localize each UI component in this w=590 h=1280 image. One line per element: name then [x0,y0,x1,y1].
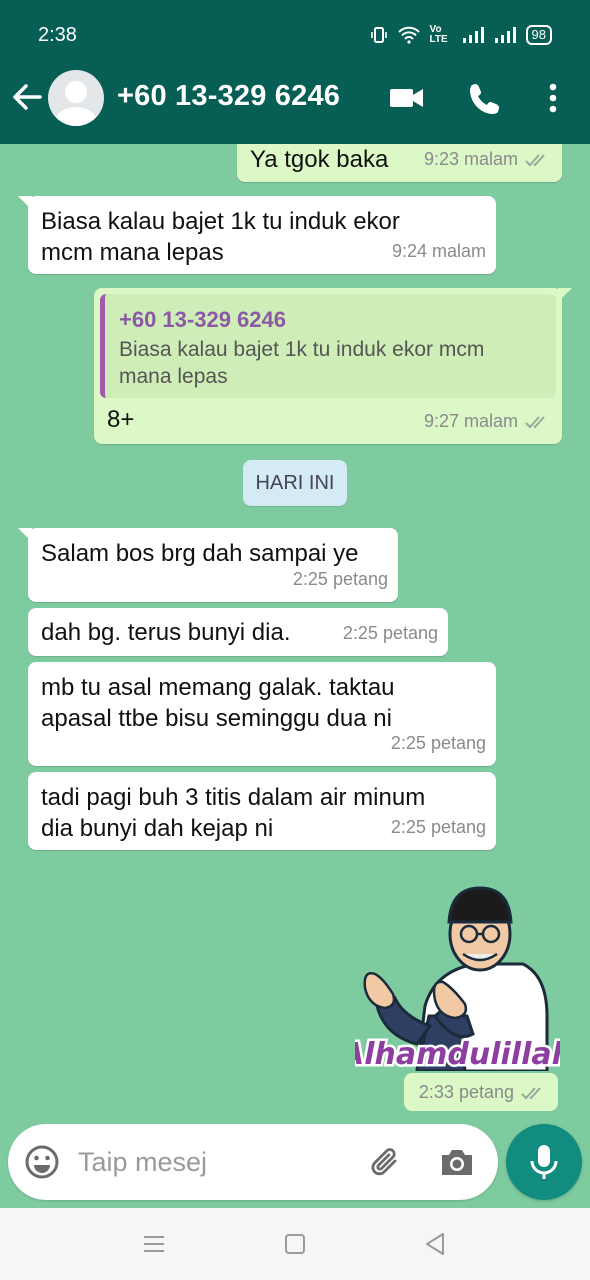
message-meta: 9:27 malam [424,406,552,437]
status-time: 2:38 [38,24,77,46]
sticker-caption: Alhamdulillah [355,1037,560,1071]
message-incoming[interactable]: Biasa kalau bajet 1k tu induk ekor mcm m… [18,196,496,274]
message-input[interactable] [78,1140,348,1184]
sticker-timestamp: 2:33 petang [404,1073,558,1111]
wifi-icon [397,26,420,44]
quoted-sender: +60 13-329 6246 [119,307,286,332]
chat-header: +60 13-329 6246 [0,52,590,144]
camera-icon[interactable] [438,1144,476,1180]
recent-apps-icon[interactable] [140,1230,168,1258]
message-line: mb tu asal memang galak. taktau [41,674,395,701]
system-icons: Vo LTE 98 [370,25,552,45]
message-time: 9:27 malam [423,411,518,431]
message-time: 9:23 malam [423,149,518,169]
message-time: 9:24 malam [391,241,486,261]
message-time: 2:25 petang [342,623,438,643]
more-vert-icon[interactable] [536,80,570,116]
signal-icon [462,27,484,43]
message-line: tadi pagi buh 3 titis dalam air minum [41,784,426,811]
video-camera-icon[interactable] [388,80,426,116]
message-time: 2:25 petang [390,733,486,753]
double-check-icon [525,153,545,166]
double-check-icon [525,415,545,428]
paperclip-icon[interactable] [368,1144,404,1180]
message-text: Ya tgok baka [250,146,389,173]
vibrate-icon [370,27,387,43]
quoted-text-line: mana lepas [119,365,228,388]
message-meta: 2:33 petang [419,1082,548,1103]
status-bar: 2:38 Vo LTE 98 [0,0,590,52]
message-time: 2:25 petang [390,817,486,837]
message-meta: 9:23 malam [424,144,552,175]
message-meta: 2:25 petang [343,618,438,649]
arrow-left-icon[interactable] [10,80,44,114]
volte-label: Vo LTE [429,24,448,45]
message-time: 2:33 petang [418,1082,514,1102]
message-incoming[interactable]: tadi pagi buh 3 titis dalam air minum di… [28,772,496,850]
message-line: Biasa kalau bajet 1k tu induk ekor [41,208,400,235]
back-nav-icon[interactable] [421,1230,449,1258]
message-incoming[interactable]: Salam bos brg dah sampai ye 2:25 petang [18,528,398,602]
signal-icon-2 [494,27,516,43]
phone-icon[interactable] [466,80,504,116]
emoji-icon[interactable] [24,1144,60,1180]
message-incoming[interactable]: mb tu asal memang galak. taktau apasal t… [28,662,496,766]
date-separator: HARI INI [243,460,347,506]
mic-button[interactable] [506,1124,582,1200]
chat-area[interactable]: Ya tgok baka 9:23 malam Biasa kalau baje… [0,144,590,1124]
message-meta: 9:24 malam [392,236,486,267]
contact-name[interactable]: +60 13-329 6246 [117,80,340,113]
quoted-text-line: Biasa kalau bajet 1k tu induk ekor mcm [119,338,485,361]
message-incoming[interactable]: dah bg. terus bunyi dia. 2:25 petang [28,608,448,656]
message-text: dah bg. terus bunyi dia. [41,619,291,646]
message-outgoing[interactable]: Ya tgok baka 9:23 malam [237,144,562,182]
message-composer [8,1124,498,1200]
battery-indicator: 98 [525,25,552,45]
home-icon[interactable] [281,1230,309,1258]
message-meta: 2:25 petang [293,564,388,595]
message-line: apasal ttbe bisu seminggu dua ni [41,705,392,732]
message-outgoing-reply[interactable]: +60 13-329 6246 Biasa kalau bajet 1k tu … [94,288,572,444]
message-meta: 2:25 petang [391,812,486,843]
system-navigation-bar [0,1208,590,1280]
double-check-icon [521,1086,541,1099]
microphone-icon [530,1145,558,1179]
sticker-praying-man[interactable]: Alhamdulillah [355,866,560,1071]
default-avatar-icon [55,81,97,126]
message-meta: 2:25 petang [391,728,486,759]
avatar[interactable] [48,70,104,126]
message-line: dia bunyi dah kejap ni [41,815,274,842]
message-time: 2:25 petang [292,569,388,589]
message-line: mcm mana lepas [41,239,224,266]
quoted-message[interactable]: +60 13-329 6246 Biasa kalau bajet 1k tu … [100,294,556,398]
message-text: 8+ [107,406,135,433]
